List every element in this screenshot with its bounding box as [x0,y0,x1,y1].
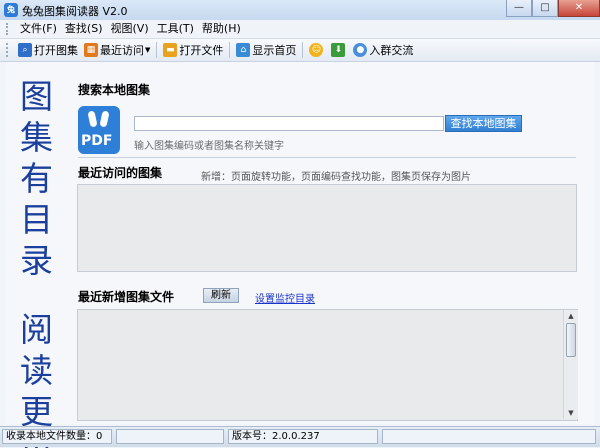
status-cell-empty [116,429,224,444]
file-count-status: 收录本地文件数量：0 [2,429,112,444]
recent-section-title: 最近访问的图集 [78,166,163,180]
slogan-char: 录 [20,241,53,280]
chevron-down-icon[interactable]: ▼ [145,46,150,54]
scroll-down-icon[interactable]: ▼ [566,408,576,418]
open-atlas-button[interactable]: ⌕ 打开图集 [15,40,81,60]
menu-search[interactable]: 查找(S) [61,20,107,38]
qq-penguin-icon: ● [353,43,368,57]
recent-access-label: 最近访问 [100,44,144,57]
slogan-char: 读 [20,351,53,390]
close-button[interactable]: ✕ [558,0,600,17]
show-home-button[interactable]: ⌂ 显示首页 [233,40,299,60]
monitor-directory-link[interactable]: 设置监控目录 [255,290,315,305]
scroll-thumb[interactable] [566,323,576,357]
search-hint: 输入图集编码或者图集名称关键字 [134,141,284,152]
toolbar-separator [156,42,158,58]
open-atlas-label: 打开图集 [34,44,78,57]
slogan-char: 有 [20,159,53,198]
emoji-button[interactable]: ☺ [306,40,328,60]
pdf-logo-text: PDF [81,133,113,149]
download-button[interactable]: ⬇ [328,40,350,60]
open-file-label: 打开文件 [179,44,224,57]
title-bar[interactable]: 兔 兔兔图集阅读器 V2.0 — □ ✕ [0,0,600,20]
search-section-title: 搜索本地图集 [78,83,151,97]
status-bar: 收录本地文件数量：0 版本号：2.0.0.237 [0,426,600,447]
download-icon: ⬇ [331,43,346,57]
slogan-char: 集 [20,118,53,157]
version-status: 版本号：2.0.0.237 [228,429,378,444]
minimize-button[interactable]: — [506,0,532,17]
join-group-label: 入群交流 [369,44,414,57]
window-controls: — □ ✕ [506,0,600,18]
window-title: 兔兔图集阅读器 V2.0 [22,5,128,18]
slogan-gap [20,281,60,309]
menu-file[interactable]: 文件(F) [16,20,61,38]
show-home-label: 显示首页 [252,44,297,57]
search-folder-icon: ⌕ [18,43,32,57]
menu-grip[interactable] [6,23,12,35]
status-cell-empty [382,429,596,444]
menu-tools[interactable]: 工具(T) [153,20,198,38]
search-button[interactable]: 查找本地图集 [445,115,522,132]
maximize-button[interactable]: □ [532,0,558,17]
smiley-icon: ☺ [309,43,324,57]
recent-grid-icon: ▦ [84,43,98,57]
menu-bar: 文件(F) 查找(S) 视图(V) 工具(T) 帮助(H) [0,20,600,39]
menu-view[interactable]: 视图(V) [107,20,153,38]
scroll-up-icon[interactable]: ▲ [566,311,576,321]
recent-access-button[interactable]: ▦ 最近访问 ▼ [81,40,153,60]
latest-section-title: 最近新增图集文件 [78,290,175,304]
recent-atlas-list[interactable] [77,184,577,272]
toolbar: ⌕ 打开图集 ▦ 最近访问 ▼ ▬ 打开文件 ⌂ 显示首页 ☺ ⬇ ● 入群交流 [0,39,600,62]
home-icon: ⌂ [236,43,251,57]
latest-file-list[interactable] [77,309,578,421]
refresh-button[interactable]: 刷新 [203,288,239,303]
pdf-rabbit-logo: PDF [78,106,120,154]
rabbit-ears-icon [87,110,111,131]
slogan-vertical: 图 集 有 目 录 阅 读 更 出 [20,76,60,448]
home-page: 图 集 有 目 录 阅 读 更 出 搜索本地图集 PDF 查找本地图集 输入图集… [6,62,594,448]
slogan-char: 阅 [20,310,53,349]
open-file-button[interactable]: ▬ 打开文件 [160,40,226,60]
slogan-char: 目 [20,200,53,239]
toolbar-grip[interactable] [6,43,12,57]
join-group-button[interactable]: ● 入群交流 [350,40,416,60]
toolbar-separator [229,42,231,58]
app-rabbit-icon: 兔 [4,3,18,17]
slogan-char: 图 [20,77,53,116]
search-input[interactable] [134,116,444,131]
app-window: 兔 兔兔图集阅读器 V2.0 — □ ✕ 文件(F) 查找(S) 视图(V) 工… [0,0,600,448]
toolbar-separator [302,42,304,58]
feature-notice: 新增：页面旋转功能，页面编码查找功能，图集页保存为图片 [201,172,471,183]
menu-help[interactable]: 帮助(H) [198,20,245,38]
folder-icon: ▬ [163,43,178,57]
section-divider [78,157,576,158]
vertical-scrollbar[interactable]: ▲ ▼ [563,310,578,419]
